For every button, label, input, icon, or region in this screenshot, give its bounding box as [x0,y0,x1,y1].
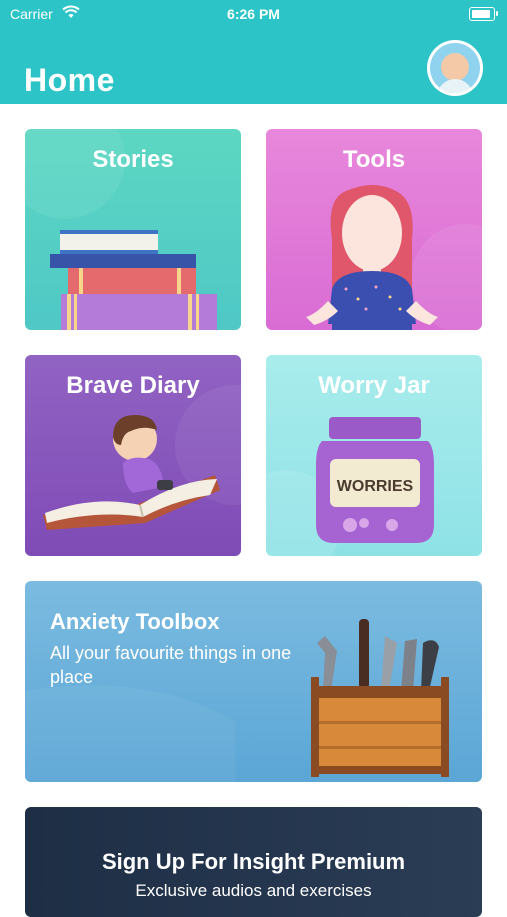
tools-card[interactable]: Tools [266,129,482,330]
battery-icon [469,7,498,21]
stories-title: Stories [92,146,174,173]
anxiety-toolbox-subtitle: All your favourite things in one place [50,643,292,687]
worry-jar-title: Worry Jar [318,372,430,399]
premium-subtitle: Exclusive audios and exercises [135,881,372,900]
brave-diary-card[interactable]: Brave Diary [25,355,241,556]
premium-signup-banner[interactable]: Sign Up For Insight Premium Exclusive au… [25,807,482,917]
worry-jar-card[interactable]: WORRIES Worry Jar [266,355,482,556]
clock-label: 6:26 PM [227,6,280,22]
profile-avatar-button[interactable] [427,40,483,96]
page-title: Home [24,62,115,98]
jar-label: WORRIES [337,478,414,495]
avatar-icon [430,43,480,93]
brave-diary-title: Brave Diary [66,372,200,399]
status-bar: Carrier 6:26 PM [0,0,507,30]
tools-title: Tools [342,146,406,173]
header-bar: Carrier 6:26 PM Home [0,0,507,104]
anxiety-toolbox-title: Anxiety Toolbox [50,609,220,634]
anxiety-toolbox-banner[interactable]: Anxiety Toolbox All your favourite thing… [25,581,482,782]
stories-card[interactable]: Stories [25,129,241,330]
premium-title: Sign Up For Insight Premium [101,849,406,874]
